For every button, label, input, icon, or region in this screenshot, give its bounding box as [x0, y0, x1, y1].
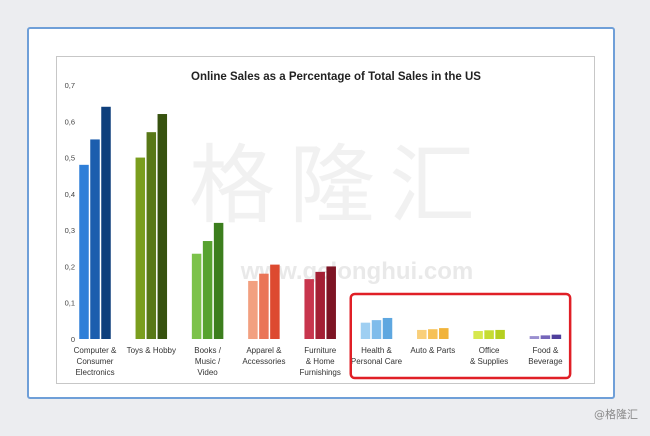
bar: [540, 335, 551, 339]
x-tick-label: Books / Music / Video: [194, 346, 221, 377]
bar: [202, 241, 213, 339]
y-axis: 0 0,1 0,2 0,3 0,4 0,5 0,6 0,7: [65, 81, 75, 344]
y-tick-label: 0: [71, 335, 75, 344]
bar: [248, 280, 258, 339]
y-tick-label: 0,5: [65, 154, 75, 163]
bar: [90, 139, 100, 339]
x-tick-label: Health & Personal Care: [351, 346, 403, 366]
y-tick-label: 0,3: [65, 226, 75, 235]
watermark: 格隆汇 www.gelonghui.com: [189, 136, 489, 285]
bar: [371, 320, 382, 339]
bar: [326, 266, 336, 339]
x-tick-label: Furniture & Home Furnishings: [300, 346, 341, 377]
bar: [495, 329, 505, 339]
bar: [439, 328, 449, 339]
chart-title: Online Sales as a Percentage of Total Sa…: [191, 71, 481, 83]
source-credit: @格隆汇: [594, 408, 638, 421]
bar: [259, 273, 269, 339]
x-axis-labels: Computer & Consumer Electronics Toys & Hobb…: [74, 346, 563, 377]
bar: [270, 264, 280, 339]
bar: [382, 317, 393, 339]
bar: [551, 334, 562, 339]
bar: [304, 279, 314, 339]
bar: [360, 322, 371, 339]
x-tick-label: Toys & Hobby: [127, 346, 176, 355]
y-tick-label: 0,6: [65, 117, 75, 126]
y-tick-label: 0,2: [65, 262, 75, 271]
x-tick-label: Office & Supplies: [470, 346, 508, 366]
bar: [428, 329, 438, 339]
bar: [157, 114, 168, 340]
bar: [191, 253, 202, 339]
bar: [79, 164, 89, 339]
bar: [484, 330, 494, 339]
y-tick-label: 0,7: [65, 81, 75, 90]
watermark-chinese: 格隆汇: [189, 136, 489, 236]
bar-chart: 格隆汇 www.gelonghui.com Online Sales as a …: [65, 71, 572, 380]
bar: [146, 132, 157, 339]
x-tick-label: Food & Beverage: [528, 346, 563, 366]
bar: [135, 157, 146, 339]
x-tick-label: Computer & Consumer Electronics: [74, 346, 117, 377]
chart-card: 格隆汇 www.gelonghui.com Online Sales as a …: [56, 56, 595, 384]
bar: [529, 336, 540, 339]
bar: [315, 271, 325, 339]
y-tick-label: 0,4: [65, 190, 75, 199]
bar: [213, 222, 224, 339]
bar: [417, 329, 427, 339]
bar: [101, 106, 111, 339]
x-tick-label: Apparel & Accessories: [242, 346, 285, 366]
bar: [473, 331, 483, 339]
y-tick-label: 0,1: [65, 299, 75, 308]
x-tick-label: Auto & Parts: [410, 346, 455, 355]
